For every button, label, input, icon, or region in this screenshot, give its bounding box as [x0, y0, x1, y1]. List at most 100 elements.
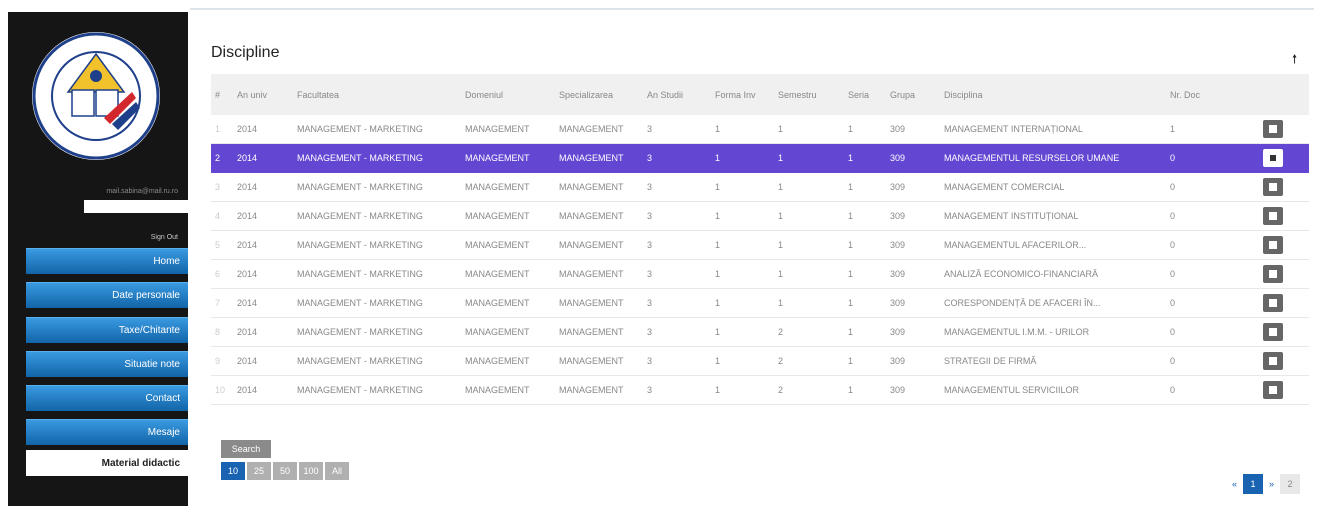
col-header-index[interactable]: # [211, 74, 233, 115]
sort-up-icon[interactable]: 🠕 [1292, 50, 1297, 71]
specializarea-cell: MANAGEMENT [555, 375, 643, 405]
domeniul-cell: MANAGEMENT [461, 317, 555, 347]
forma-inv-cell: 1 [711, 288, 774, 318]
grupa-cell: 309 [886, 259, 940, 289]
seria-cell: 1 [844, 143, 886, 173]
table-row[interactable]: 2 2014 MANAGEMENT - MARKETING MANAGEMENT MAN… [211, 143, 1309, 173]
row-index: 5 [211, 230, 233, 260]
table-row[interactable]: 10 2014 MANAGEMENT - MARKETING MANAGEMENT MA… [211, 375, 1309, 405]
forma-inv-cell: 1 [711, 143, 774, 173]
sign-out-link[interactable]: Sign Out [151, 234, 178, 241]
nr-doc-cell: 0 [1166, 143, 1236, 173]
col-header-forma-inv[interactable]: Forma Inv [711, 74, 774, 115]
next-page-icon[interactable]: » [1269, 479, 1274, 489]
forma-inv-cell: 1 [711, 115, 774, 144]
disciplina-cell: MANAGEMENT INSTITUȚIONAL [940, 201, 1166, 231]
disciplina-cell: MANAGEMENT COMERCIAL [940, 172, 1166, 202]
domeniul-cell: MANAGEMENT [461, 143, 555, 173]
grupa-cell: 309 [886, 346, 940, 376]
page-size-25-button[interactable]: 25 [247, 462, 271, 480]
page-title: Discipline [211, 44, 280, 61]
domeniul-cell: MANAGEMENT [461, 288, 555, 318]
open-documents-button[interactable] [1262, 323, 1283, 341]
open-documents-button[interactable] [1262, 381, 1283, 399]
col-header-nr-doc[interactable]: Nr. Doc [1166, 74, 1236, 115]
sidebar-item-mesaje[interactable]: Mesaje [26, 419, 188, 445]
nr-doc-cell: 0 [1166, 259, 1236, 289]
row-index: 2 [211, 143, 233, 173]
sidebar-item-contact[interactable]: Contact [26, 385, 188, 411]
open-documents-button[interactable] [1262, 207, 1283, 225]
col-header-semestru[interactable]: Semestru [774, 74, 844, 115]
col-header-specializarea[interactable]: Specializarea [555, 74, 643, 115]
search-button[interactable]: Search [221, 440, 271, 458]
disciplina-cell: CORESPONDENȚĂ DE AFACERI ÎN... [940, 288, 1166, 318]
open-documents-button[interactable] [1262, 294, 1283, 312]
actions-cell [1236, 375, 1309, 405]
an-studii-cell: 3 [643, 288, 711, 318]
page-1-button[interactable]: 1 [1242, 474, 1263, 494]
col-header-seria[interactable]: Seria [844, 74, 886, 115]
sidebar-item-date-personale[interactable]: Date personale [26, 282, 188, 308]
page-size-10-button[interactable]: 10 [221, 462, 245, 480]
open-documents-button[interactable] [1262, 265, 1283, 283]
col-header-facultatea[interactable]: Facultatea [293, 74, 461, 115]
seria-cell: 1 [844, 201, 886, 231]
grupa-cell: 309 [886, 201, 940, 231]
col-header-an-univ[interactable]: An univ [233, 74, 293, 115]
grupa-cell: 309 [886, 288, 940, 318]
actions-cell [1236, 172, 1309, 202]
table-row[interactable]: 4 2014 MANAGEMENT - MARKETING MANAGEMENT MAN… [211, 201, 1309, 231]
actions-cell [1236, 259, 1309, 289]
sidebar-item-material-didactic[interactable]: Material didactic [26, 450, 188, 476]
seria-cell: 1 [844, 259, 886, 289]
table-row[interactable]: 3 2014 MANAGEMENT - MARKETING MANAGEMENT MAN… [211, 172, 1309, 202]
disciplina-cell: STRATEGII DE FIRMĂ [940, 346, 1166, 376]
page-size-100-button[interactable]: 100 [299, 462, 323, 480]
seria-cell: 1 [844, 346, 886, 376]
table-row[interactable]: 5 2014 MANAGEMENT - MARKETING MANAGEMENT MAN… [211, 230, 1309, 260]
page-size-50-button[interactable]: 50 [273, 462, 297, 480]
table-row[interactable]: 6 2014 MANAGEMENT - MARKETING MANAGEMENT MAN… [211, 259, 1309, 289]
an-univ-cell: 2014 [233, 143, 293, 173]
page-size-selector: 10 25 50 100 All [221, 462, 351, 480]
an-univ-cell: 2014 [233, 346, 293, 376]
open-documents-button[interactable] [1262, 178, 1283, 196]
facultatea-cell: MANAGEMENT - MARKETING [293, 230, 461, 260]
table-row[interactable]: 1 2014 MANAGEMENT - MARKETING MANAGEMENT MAN… [211, 115, 1309, 144]
seria-cell: 1 [844, 230, 886, 260]
nr-doc-cell: 0 [1166, 317, 1236, 347]
document-icon [1268, 212, 1277, 220]
semestru-cell: 1 [774, 259, 844, 289]
sidebar-item-taxe-chitante[interactable]: Taxe/Chitante [26, 317, 188, 343]
open-documents-button[interactable] [1262, 149, 1283, 167]
semestru-cell: 1 [774, 288, 844, 318]
table-row[interactable]: 9 2014 MANAGEMENT - MARKETING MANAGEMENT MAN… [211, 346, 1309, 376]
facultatea-cell: MANAGEMENT - MARKETING [293, 201, 461, 231]
open-documents-button[interactable] [1262, 236, 1283, 254]
sidebar-item-situatie-note[interactable]: Situatie note [26, 351, 188, 377]
page-2-button[interactable]: 2 [1280, 474, 1300, 494]
page-size-all-button[interactable]: All [325, 462, 349, 480]
top-divider [190, 8, 1314, 10]
open-documents-button[interactable] [1262, 352, 1283, 370]
an-univ-cell: 2014 [233, 115, 293, 144]
facultatea-cell: MANAGEMENT - MARKETING [293, 288, 461, 318]
forma-inv-cell: 1 [711, 259, 774, 289]
prev-page-icon[interactable]: « [1232, 479, 1237, 489]
sidebar-item-home[interactable]: Home [26, 248, 188, 274]
user-name-field [84, 200, 188, 213]
specializarea-cell: MANAGEMENT [555, 317, 643, 347]
col-header-disciplina[interactable]: Disciplina [940, 74, 1166, 115]
col-header-domeniul[interactable]: Domeniul [461, 74, 555, 115]
col-header-an-studii[interactable]: An Studii [643, 74, 711, 115]
table-row[interactable]: 8 2014 MANAGEMENT - MARKETING MANAGEMENT MAN… [211, 317, 1309, 347]
table-row[interactable]: 7 2014 MANAGEMENT - MARKETING MANAGEMENT MAN… [211, 288, 1309, 318]
col-header-grupa[interactable]: Grupa [886, 74, 940, 115]
seria-cell: 1 [844, 288, 886, 318]
document-icon [1269, 155, 1276, 161]
an-univ-cell: 2014 [233, 288, 293, 318]
open-documents-button[interactable] [1262, 120, 1283, 138]
document-icon [1268, 357, 1277, 365]
specializarea-cell: MANAGEMENT [555, 143, 643, 173]
